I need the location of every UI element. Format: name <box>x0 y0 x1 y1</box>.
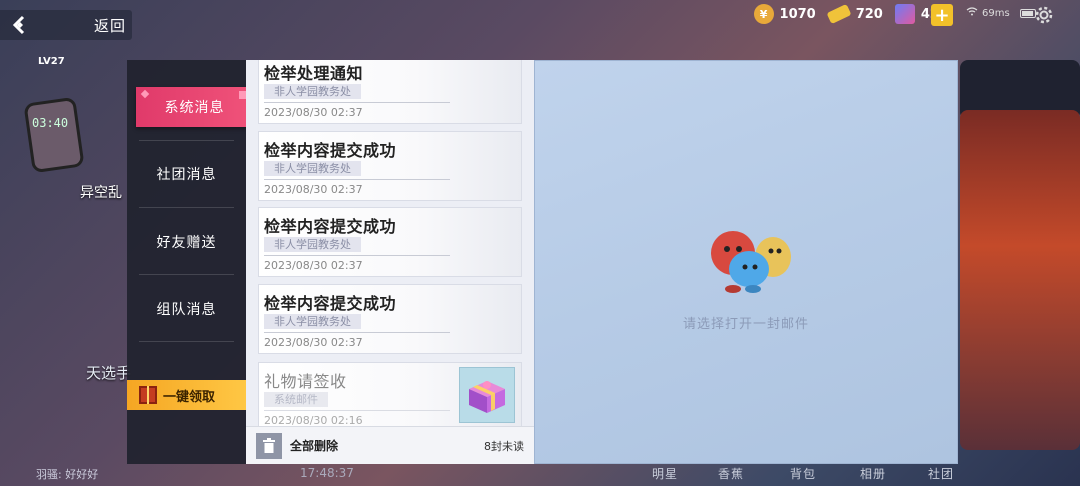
tab-label: 社团消息 <box>156 167 217 183</box>
empty-mail-hint: 请选择打开一封邮件 <box>682 317 809 332</box>
claim-all-label: 一键领取 <box>163 389 216 405</box>
mail-item[interactable]: 礼物请签收 系统邮件 2023/08/30 02:16 <box>258 362 522 432</box>
tab-label: 系统消息 <box>164 100 225 116</box>
mail-time: 2023/08/30 02:37 <box>264 259 363 272</box>
mail-sender: 系统邮件 <box>264 392 328 407</box>
mail-sender: 非人学园教务处 <box>264 161 361 176</box>
mail-divider <box>264 332 450 333</box>
mail-list[interactable]: 检举处理通知 非人学园教务处 2023/08/30 02:37 检举内容提交成功… <box>246 60 534 464</box>
tab-system-messages[interactable]: 系统消息 <box>136 87 253 127</box>
tab-divider <box>139 140 234 141</box>
mail-item[interactable]: 检举处理通知 非人学园教务处 2023/08/30 02:37 <box>258 60 522 124</box>
mail-item[interactable]: 检举内容提交成功 非人学园教务处 2023/08/30 02:37 <box>258 131 522 201</box>
coin-value: 1070 <box>779 6 816 22</box>
mail-title: 礼物请签收 <box>264 372 347 391</box>
bg-level-badge: LV27 <box>38 56 65 67</box>
back-button[interactable]: 返回 <box>0 10 132 40</box>
tab-team-messages[interactable]: 组队消息 <box>127 279 246 339</box>
mail-title: 检举处理通知 <box>264 64 364 83</box>
add-currency-button[interactable]: + <box>931 4 953 26</box>
coin-icon: ¥ <box>753 4 774 24</box>
bg-clock: 03:40 <box>32 116 69 130</box>
gift-icon <box>139 386 157 404</box>
mail-sender: 非人学园教务处 <box>264 314 361 329</box>
bg-phone-card <box>23 96 85 174</box>
tab-label: 组队消息 <box>156 302 217 318</box>
gear-icon[interactable] <box>1032 3 1056 27</box>
trash-icon[interactable] <box>256 432 282 459</box>
back-arrow-icon <box>0 10 40 40</box>
bg-label-2: 天选手 <box>86 364 132 382</box>
mail-divider <box>264 410 450 411</box>
mail-divider <box>264 102 450 103</box>
mail-list-footer: 全部删除 8封未读 <box>246 426 534 464</box>
mail-sender: 非人学园教务处 <box>264 84 361 99</box>
mail-divider <box>264 179 450 180</box>
nav-stars: 明星 <box>652 467 679 481</box>
coin-counter[interactable]: ¥ 1070 <box>753 4 816 24</box>
mail-item[interactable]: 检举内容提交成功 非人学园教务处 2023/08/30 02:37 <box>258 284 522 354</box>
mail-time: 2023/08/30 02:37 <box>264 336 363 349</box>
mascot-icon <box>703 219 799 303</box>
ticket-counter[interactable]: 720 <box>826 3 883 25</box>
mail-detail-panel: 请选择打开一封邮件 <box>534 60 958 464</box>
mail-title: 检举内容提交成功 <box>264 141 397 160</box>
tab-club-messages[interactable]: 社团消息 <box>127 144 246 204</box>
mail-divider <box>264 255 450 256</box>
nav-bag: 背包 <box>790 467 817 481</box>
mail-sender: 非人学园教务处 <box>264 237 361 252</box>
nav-club: 社团 <box>928 467 955 481</box>
ticket-icon <box>826 3 852 25</box>
bg-right-poster <box>960 110 1080 450</box>
delete-all-button[interactable]: 全部删除 <box>290 437 338 454</box>
mail-title: 检举内容提交成功 <box>264 217 397 236</box>
mail-title: 检举内容提交成功 <box>264 294 397 313</box>
tab-divider <box>139 274 234 275</box>
resource-bar: ¥ 1070 720 428 <box>753 3 948 25</box>
status-indicator: 69ms <box>966 7 1036 19</box>
nav-banana: 香蕉 <box>718 467 745 481</box>
back-label: 返回 <box>94 16 127 35</box>
unread-count: 8封未读 <box>484 439 524 453</box>
gem-icon <box>894 4 915 24</box>
ticket-value: 720 <box>855 6 883 22</box>
wifi-icon <box>966 7 978 19</box>
nav-album: 相册 <box>860 467 887 481</box>
mail-time: 2023/08/30 02:37 <box>264 183 363 196</box>
tab-label: 好友赠送 <box>156 235 217 251</box>
mail-time: 2023/08/30 02:37 <box>264 106 363 119</box>
tab-divider <box>139 207 234 208</box>
gift-box-icon <box>459 367 515 423</box>
mail-item[interactable]: 检举内容提交成功 非人学园教务处 2023/08/30 02:37 <box>258 207 522 277</box>
tab-friend-gifts[interactable]: 好友赠送 <box>127 212 246 272</box>
tab-divider <box>139 341 234 342</box>
bg-bottom-nav: 明星 香蕉 背包 相册 社团 <box>0 464 1080 486</box>
ping-value: 69ms <box>982 7 1010 19</box>
bg-label-1: 异空乱 <box>80 185 122 201</box>
claim-all-button[interactable]: 一键领取 <box>127 380 249 410</box>
